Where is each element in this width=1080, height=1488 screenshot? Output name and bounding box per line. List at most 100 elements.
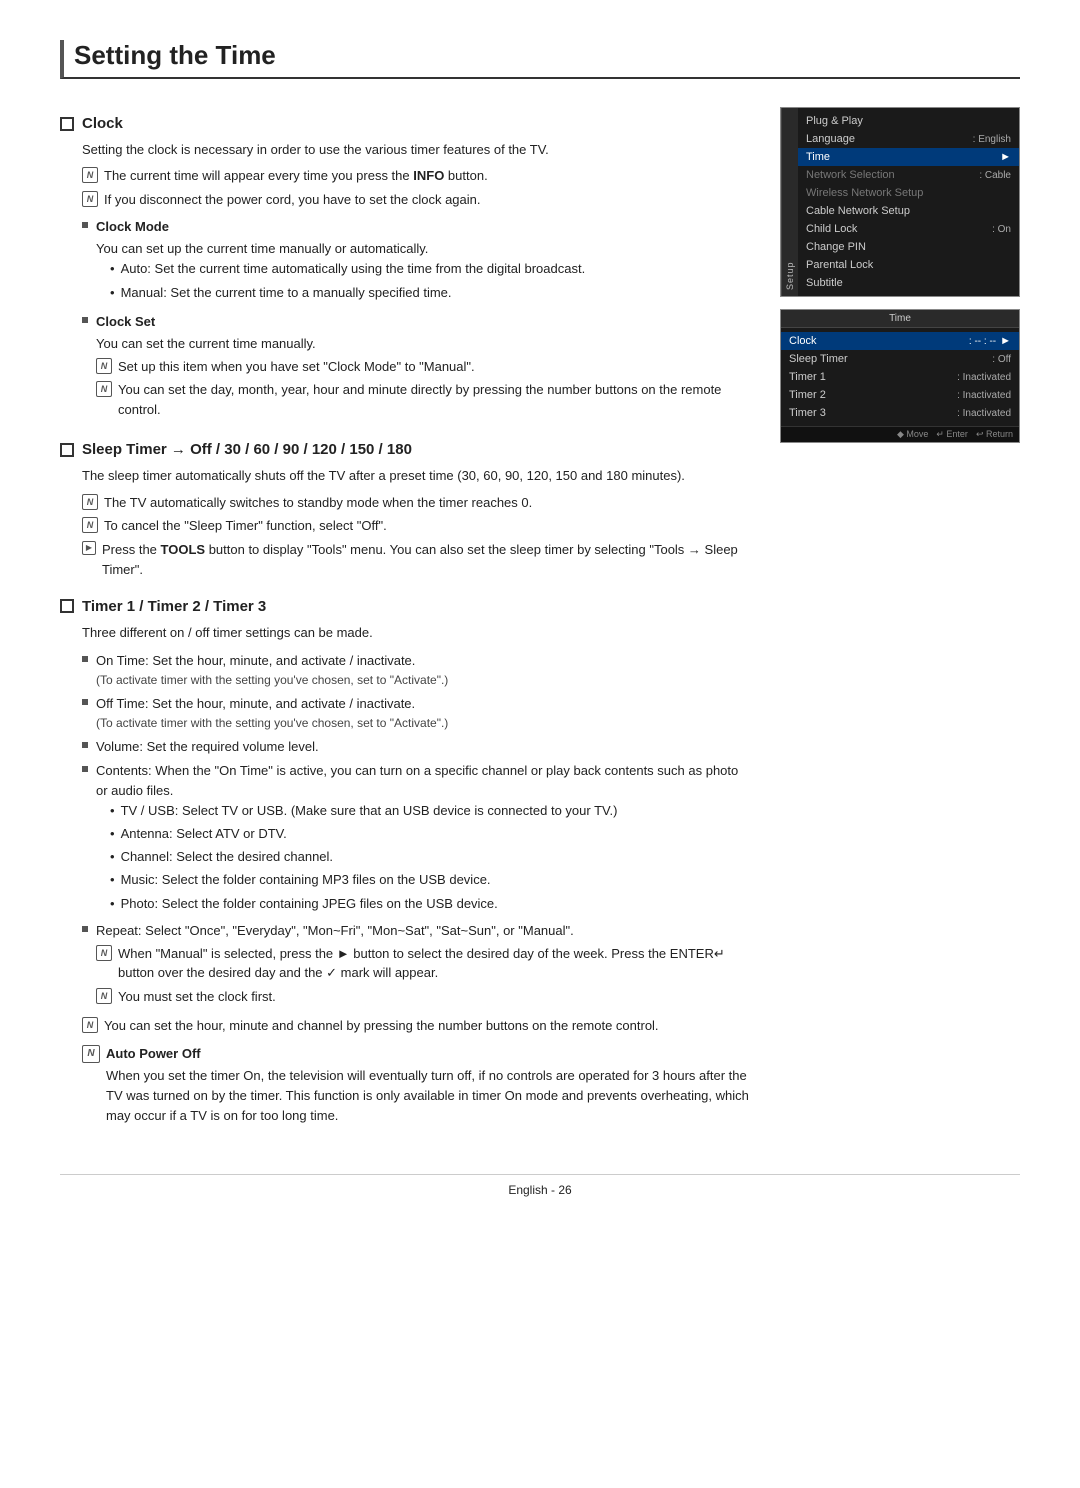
- sleep-timer-note-2-text: To cancel the "Sleep Timer" function, se…: [104, 516, 387, 536]
- timer-repeat-note-1: N When "Manual" is selected, press the ►…: [96, 944, 750, 983]
- clock-set-note-2: N You can set the day, month, year, hour…: [96, 380, 750, 419]
- sleep-timer-intro: The sleep timer automatically shuts off …: [82, 466, 750, 486]
- time-screen-timer1-row: Timer 1 : Inactivated: [781, 368, 1019, 386]
- auto-power-off-heading: Auto Power Off: [106, 1046, 201, 1061]
- sub-dot-c3: •: [110, 847, 115, 867]
- sub-dot-2: •: [110, 283, 115, 303]
- clock-note-1-text: The current time will appear every time …: [104, 166, 488, 186]
- screen-row-plug: Plug & Play: [798, 112, 1019, 130]
- sleep-timer-note-1: N The TV automatically switches to stand…: [82, 493, 750, 513]
- screen-row-cable-network: Cable Network Setup: [798, 202, 1019, 220]
- timer-on-time-item: On Time: Set the hour, minute, and activ…: [82, 651, 750, 690]
- time-label: Time: [806, 151, 996, 163]
- time-timer2-label: Timer 2: [789, 389, 957, 401]
- timer-repeat-note-2: N You must set the clock first.: [96, 987, 750, 1007]
- timer-extra-note: N You can set the hour, minute and chann…: [82, 1016, 750, 1036]
- note-icon-9: N: [82, 1017, 98, 1033]
- note-icon-2: N: [82, 191, 98, 207]
- network-selection-value: : Cable: [979, 170, 1011, 181]
- clock-body: Setting the clock is necessary in order …: [82, 140, 750, 423]
- setup-tab-label: Setup: [781, 108, 798, 296]
- note-icon-7: N: [96, 945, 112, 961]
- timer-off-time-text: Off Time: Set the hour, minute, and acti…: [96, 696, 415, 711]
- timer-contents-sub-3: •Channel: Select the desired channel.: [110, 847, 750, 867]
- timer-contents-sub-2-text: Antenna: Select ATV or DTV.: [121, 824, 287, 844]
- clock-mode-sub-2-text: Manual: Set the current time to a manual…: [121, 283, 452, 303]
- sub-dot-c5: •: [110, 894, 115, 914]
- subtitle-label: Subtitle: [806, 277, 1011, 289]
- sleep-timer-body: The sleep timer automatically shuts off …: [82, 466, 750, 579]
- timer-heading: Timer 1 / Timer 2 / Timer 3: [60, 598, 750, 615]
- time-screen-header: Time: [781, 310, 1019, 328]
- screen-row-wireless: Wireless Network Setup: [798, 184, 1019, 202]
- parental-lock-label: Parental Lock: [806, 259, 1011, 271]
- time-screen-clock-row: Clock : -- : -- ►: [781, 332, 1019, 350]
- timer-contents-sub-4-text: Music: Select the folder containing MP3 …: [121, 870, 491, 890]
- nav-enter: ↵ Enter: [936, 429, 968, 440]
- note-icon-3: N: [96, 358, 112, 374]
- time-screen: Time Clock : -- : -- ► Sleep Timer : Off…: [780, 309, 1020, 443]
- timer-contents-item: Contents: When the "On Time" is active, …: [82, 761, 750, 917]
- sub-dot-c1: •: [110, 801, 115, 821]
- timer-contents-sub-5-text: Photo: Select the folder containing JPEG…: [121, 894, 498, 914]
- tools-icon: ▶: [82, 541, 96, 555]
- timer-volume-text: Volume: Set the required volume level.: [96, 737, 319, 757]
- screen-row-child-lock: Child Lock : On: [798, 220, 1019, 238]
- auto-power-off-content: Auto Power Off When you set the timer On…: [106, 1044, 750, 1127]
- setup-screen: Setup Plug & Play Language : English Tim…: [780, 107, 1020, 297]
- time-clock-label: Clock: [789, 335, 969, 347]
- clock-mode-heading: Clock Mode: [96, 219, 169, 234]
- nav-return: ↩ Return: [976, 429, 1013, 440]
- screen-row-network-selection: Network Selection : Cable: [798, 166, 1019, 184]
- time-timer1-label: Timer 1: [789, 371, 957, 383]
- time-timer3-label: Timer 3: [789, 407, 957, 419]
- wireless-label: Wireless Network Setup: [806, 187, 1011, 199]
- note-icon-4: N: [96, 381, 112, 397]
- time-screen-content: Clock : -- : -- ► Sleep Timer : Off Time…: [781, 328, 1019, 426]
- clock-note-2-text: If you disconnect the power cord, you ha…: [104, 190, 481, 210]
- timer-off-time-bullet: [82, 699, 88, 705]
- clock-mode-content: Clock Mode You can set up the current ti…: [96, 217, 585, 306]
- cable-network-label: Cable Network Setup: [806, 205, 1011, 217]
- child-lock-value: : On: [992, 224, 1011, 235]
- language-label: Language: [806, 133, 973, 145]
- timer-off-time-item: Off Time: Set the hour, minute, and acti…: [82, 694, 750, 733]
- clock-set-note-1: N Set up this item when you have set "Cl…: [96, 357, 750, 377]
- timer-intro: Three different on / off timer settings …: [82, 623, 750, 643]
- setup-screen-content: Plug & Play Language : English Time ►: [798, 108, 1019, 296]
- time-timer1-value: : Inactivated: [957, 372, 1011, 383]
- time-screen-timer3-row: Timer 3 : Inactivated: [781, 404, 1019, 422]
- timer-on-time-sub: (To activate timer with the setting you'…: [96, 671, 448, 690]
- sleep-timer-heading-label: Sleep Timer → Off / 30 / 60 / 90 / 120 /…: [82, 441, 412, 458]
- clock-set-item: Clock Set You can set the current time m…: [82, 312, 750, 424]
- clock-set-note-2-text: You can set the day, month, year, hour a…: [118, 380, 750, 419]
- clock-heading: Clock: [60, 115, 750, 132]
- timer-contents-sub-4: • Music: Select the folder containing MP3…: [110, 870, 750, 890]
- timer-volume-item: Volume: Set the required volume level.: [82, 737, 750, 757]
- left-column: Clock Setting the clock is necessary in …: [60, 97, 750, 1134]
- main-layout: Clock Setting the clock is necessary in …: [60, 97, 1020, 1134]
- plug-play-label: Plug & Play: [806, 115, 1011, 127]
- time-timer2-value: : Inactivated: [957, 390, 1011, 401]
- screen-row-parental: Parental Lock: [798, 256, 1019, 274]
- sub-dot-c4: •: [110, 870, 115, 890]
- timer-contents-sub-1: •TV / USB: Select TV or USB. (Make sure …: [110, 801, 750, 821]
- timer-off-time-content: Off Time: Set the hour, minute, and acti…: [96, 694, 448, 733]
- clock-mode-body: You can set up the current time manually…: [96, 239, 585, 259]
- clock-mode-sub-1-text: Auto: Set the current time automatically…: [121, 259, 586, 279]
- footer-label: English - 26: [508, 1183, 571, 1197]
- time-clock-value: : -- : --: [969, 336, 996, 347]
- timer-repeat-note-2-text: You must set the clock first.: [118, 987, 276, 1007]
- clock-set-note-1-text: Set up this item when you have set "Cloc…: [118, 357, 475, 377]
- timer-contents-text: Contents: When the "On Time" is active, …: [96, 763, 738, 798]
- timer-volume-bullet: [82, 742, 88, 748]
- timer-contents-sub-2: •Antenna: Select ATV or DTV.: [110, 824, 750, 844]
- time-screen-timer2-row: Timer 2 : Inactivated: [781, 386, 1019, 404]
- auto-power-off-box: N Auto Power Off When you set the timer …: [82, 1044, 750, 1127]
- clock-note-1: N The current time will appear every tim…: [82, 166, 750, 186]
- note-icon-8: N: [96, 988, 112, 1004]
- time-sleep-label: Sleep Timer: [789, 353, 992, 365]
- time-arrow-icon: ►: [1000, 151, 1011, 163]
- note-icon-1: N: [82, 167, 98, 183]
- timer-heading-label: Timer 1 / Timer 2 / Timer 3: [82, 598, 266, 615]
